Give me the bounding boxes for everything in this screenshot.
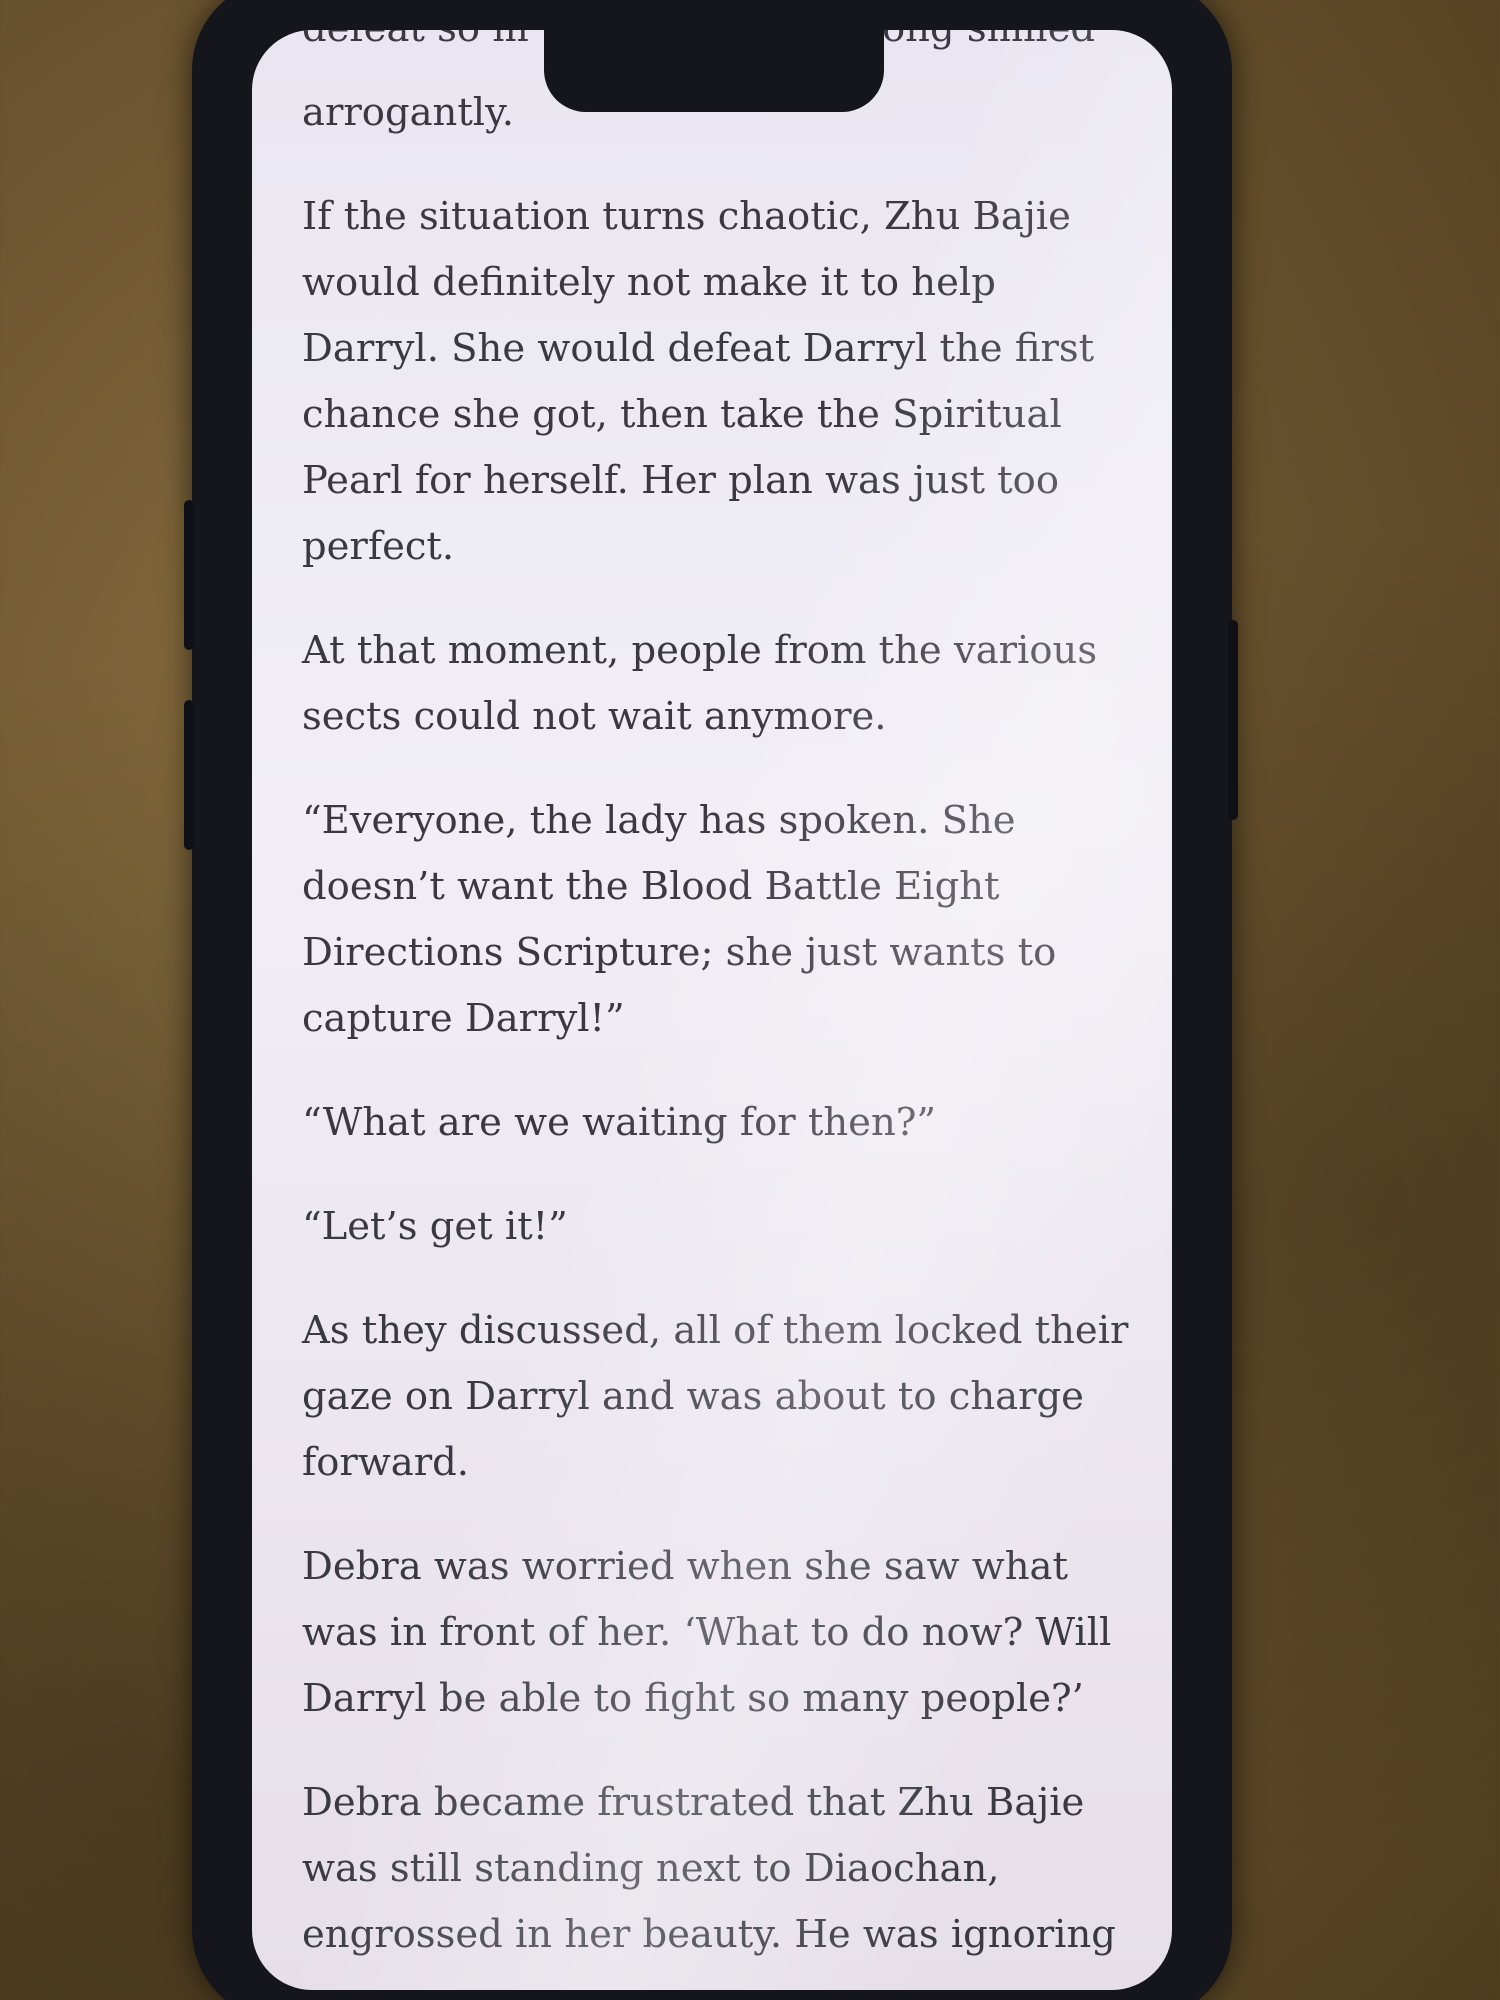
paragraph: “Everyone, the lady has spoken. She does…	[302, 798, 1057, 1041]
paragraph: At that moment, people from the various …	[302, 628, 1098, 739]
paragraph: Debra became frustrated that Zhu Bajie w…	[302, 1780, 1116, 1957]
paragraph: “What are we waiting for then?”	[302, 1100, 937, 1145]
cut-off-right-fragment: ong smiled	[882, 30, 1095, 62]
cut-off-left-fragment: defeat so m	[302, 30, 529, 62]
paragraph: Debra was worried when she saw what was …	[302, 1544, 1112, 1721]
left-side-button	[184, 500, 194, 650]
left-side-button-lower	[184, 700, 194, 850]
paragraph: If the situation turns chaotic, Zhu Baji…	[302, 194, 1095, 569]
paragraph: “Let’s get it!”	[302, 1204, 568, 1249]
phone-device: defeat so m ong smiled arrogantly. If th…	[184, 0, 1238, 2000]
reader-screen[interactable]: defeat so m ong smiled arrogantly. If th…	[252, 30, 1172, 1990]
camera-notch	[544, 30, 884, 112]
paragraph: As they discussed, all of them locked th…	[302, 1308, 1129, 1485]
right-power-button	[1228, 620, 1238, 820]
chapter-text: defeat so m ong smiled arrogantly. If th…	[302, 30, 1132, 1990]
